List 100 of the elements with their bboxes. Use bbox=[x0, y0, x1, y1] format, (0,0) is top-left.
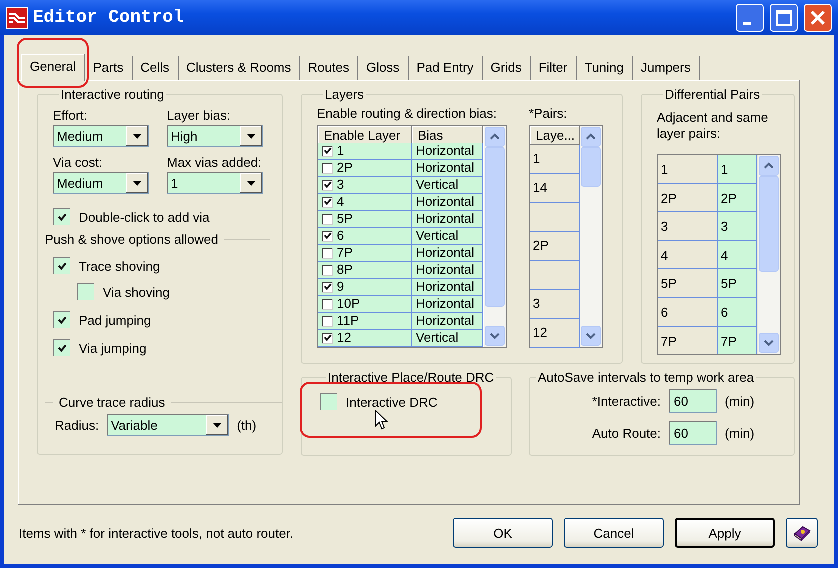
table-cell: 6 bbox=[658, 298, 718, 327]
tab[interactable]: Pad Entry bbox=[408, 56, 483, 80]
table-cell: Horizontal bbox=[412, 262, 483, 279]
check-mark-icon bbox=[324, 232, 332, 240]
tab[interactable]: Tuning bbox=[576, 56, 634, 80]
caret-icon bbox=[132, 180, 142, 186]
checkbox[interactable] bbox=[322, 264, 333, 276]
checkbox-label: Pad jumping bbox=[79, 312, 152, 328]
annotation-ring bbox=[17, 38, 89, 88]
checkbox[interactable] bbox=[53, 339, 71, 357]
dropdown[interactable]: Medium bbox=[53, 125, 149, 147]
layer-name: 1 bbox=[337, 143, 344, 159]
scroll-down-button[interactable] bbox=[485, 326, 505, 346]
checkbox[interactable] bbox=[53, 208, 71, 226]
tab[interactable]: General bbox=[21, 54, 86, 81]
dialog-button[interactable]: Apply bbox=[675, 518, 775, 548]
scroll-down-button[interactable] bbox=[581, 326, 601, 346]
unit-label: (min) bbox=[725, 426, 755, 440]
table-cell: 2P bbox=[658, 184, 718, 212]
checkbox-label: Double-click to add via bbox=[79, 210, 210, 224]
checkbox[interactable] bbox=[322, 298, 333, 310]
scroll-up-button[interactable] bbox=[581, 127, 601, 147]
dropdown[interactable]: Medium bbox=[53, 172, 149, 194]
dialog-button[interactable]: Cancel bbox=[564, 518, 664, 548]
check-mark-icon bbox=[324, 198, 332, 206]
layer-name: 4 bbox=[337, 194, 344, 210]
scroll-thumb[interactable] bbox=[485, 147, 505, 307]
group-title: Interactive routing bbox=[60, 87, 166, 102]
app-icon bbox=[6, 6, 28, 28]
field-label: Effort: bbox=[53, 108, 88, 123]
checkbox-label: Via jumping bbox=[79, 340, 147, 356]
dropdown[interactable]: High bbox=[167, 125, 263, 147]
unit-label: (min) bbox=[725, 394, 755, 408]
table-cell: 3 bbox=[718, 212, 757, 241]
checkbox[interactable] bbox=[77, 283, 95, 301]
field-label: Auto Route: bbox=[591, 426, 661, 440]
scrollbar[interactable] bbox=[484, 126, 506, 347]
table-cell: Horizontal bbox=[412, 160, 483, 177]
scroll-down-button[interactable] bbox=[759, 333, 779, 353]
column-header[interactable]: Bias bbox=[412, 126, 483, 144]
table-cell: Vertical bbox=[412, 228, 483, 245]
input-field[interactable]: 60 bbox=[669, 421, 717, 445]
layer-name: 8P bbox=[337, 262, 353, 278]
checkbox-label: Via shoving bbox=[103, 284, 170, 300]
checkbox[interactable] bbox=[322, 196, 333, 208]
tab[interactable]: Clusters & Rooms bbox=[178, 56, 300, 80]
checkbox[interactable] bbox=[322, 146, 333, 156]
checkbox[interactable] bbox=[53, 257, 71, 275]
maximize-button[interactable] bbox=[770, 4, 798, 32]
checkbox[interactable] bbox=[322, 316, 333, 326]
checkbox[interactable] bbox=[322, 230, 333, 242]
input-field[interactable]: 60 bbox=[669, 389, 717, 413]
scroll-thumb[interactable] bbox=[759, 176, 779, 272]
column-header[interactable]: Enable Layer bbox=[318, 126, 412, 144]
table-cell: Horizontal bbox=[412, 143, 483, 160]
tab[interactable]: Cells bbox=[132, 56, 178, 80]
dropdown[interactable]: 1 bbox=[167, 172, 263, 194]
checkbox[interactable] bbox=[322, 332, 333, 344]
layer-name: 5P bbox=[337, 211, 353, 227]
checkbox[interactable] bbox=[53, 311, 71, 329]
column-header[interactable]: Laye... bbox=[530, 126, 580, 145]
check-mark-icon bbox=[324, 147, 332, 155]
help-button[interactable] bbox=[786, 518, 818, 548]
checkbox[interactable] bbox=[322, 214, 333, 224]
checkbox[interactable] bbox=[322, 162, 333, 174]
table-cell: Horizontal bbox=[412, 279, 483, 296]
table-cell: Horizontal bbox=[412, 245, 483, 262]
dropdown[interactable]: Variable bbox=[107, 414, 230, 436]
checkbox[interactable] bbox=[322, 282, 333, 292]
layer-name: 11P bbox=[337, 313, 360, 329]
table-cell: 4 bbox=[658, 240, 718, 270]
scroll-up-button[interactable] bbox=[485, 127, 505, 147]
window-title: Editor Control bbox=[33, 8, 186, 28]
field-label: Radius: bbox=[55, 418, 100, 432]
checkbox[interactable] bbox=[320, 393, 338, 411]
group-title: Differential Pairs bbox=[664, 87, 762, 102]
checkbox[interactable] bbox=[322, 248, 333, 258]
check-mark-icon bbox=[324, 283, 332, 291]
table-cell: 4 bbox=[718, 240, 757, 270]
check-mark-icon bbox=[58, 212, 66, 222]
checkbox[interactable] bbox=[322, 180, 333, 190]
layer-name: 3 bbox=[337, 177, 344, 193]
dialog-button[interactable]: OK bbox=[453, 518, 553, 548]
scrollbar[interactable] bbox=[758, 155, 780, 354]
scroll-thumb[interactable] bbox=[581, 147, 601, 187]
minimize-button[interactable] bbox=[736, 4, 764, 32]
scrollbar[interactable] bbox=[580, 126, 602, 347]
unit-label: (th) bbox=[237, 418, 257, 432]
table-cell: Horizontal bbox=[412, 296, 483, 313]
book-icon bbox=[793, 525, 811, 541]
field-label: *Interactive: bbox=[591, 394, 661, 408]
mouse-cursor-icon bbox=[375, 410, 388, 431]
caption: *Pairs: bbox=[529, 106, 568, 121]
check-mark-icon bbox=[58, 262, 66, 270]
close-button[interactable] bbox=[804, 4, 832, 32]
check-mark-icon bbox=[324, 334, 332, 342]
table-cell: 2P bbox=[718, 184, 757, 212]
section-title: Curve trace radius bbox=[59, 395, 166, 410]
scroll-up-button[interactable] bbox=[759, 156, 779, 176]
field-label: Via cost: bbox=[53, 155, 104, 170]
